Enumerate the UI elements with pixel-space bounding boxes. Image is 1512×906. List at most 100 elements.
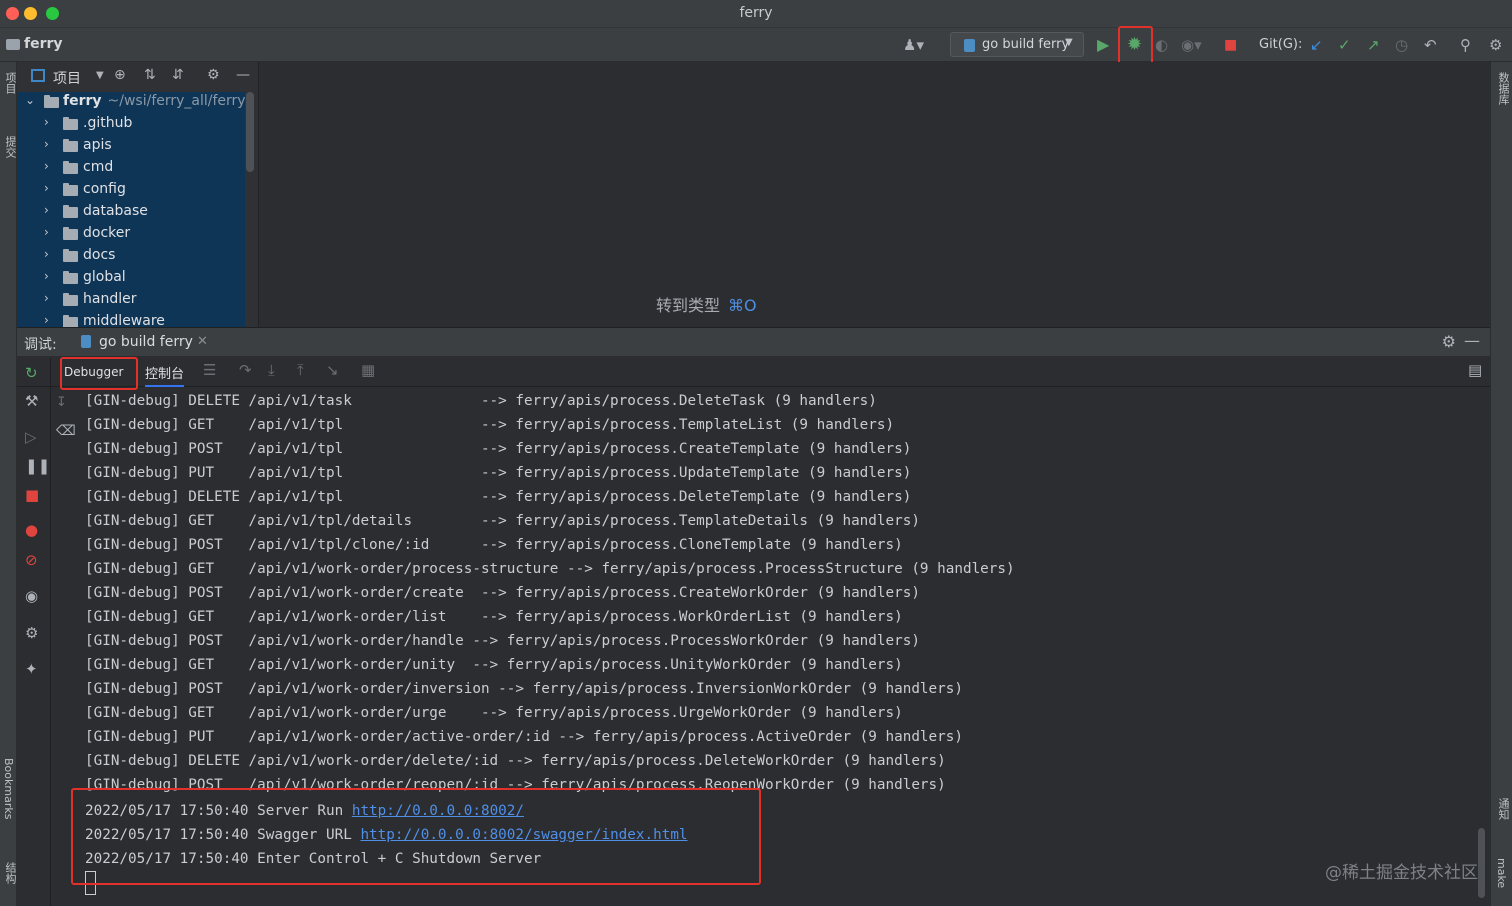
tree-item-label: database [83, 203, 148, 219]
gear-icon[interactable]: ⚙ [1442, 332, 1456, 351]
chevron-right-icon[interactable]: › [44, 225, 49, 239]
tree-scrollbar[interactable] [246, 92, 254, 172]
evaluate-icon[interactable]: ▦ [361, 361, 375, 379]
scroll-to-end-icon[interactable]: ↧ [56, 395, 67, 410]
console-line: [GIN-debug] POST /api/v1/tpl --> ferry/a… [85, 441, 912, 457]
console-line: [GIN-debug] PUT /api/v1/work-order/activ… [85, 729, 963, 745]
tree-item[interactable]: › global [17, 268, 245, 290]
history-icon[interactable]: ◷ [1395, 36, 1408, 54]
tree-item[interactable]: › docs [17, 246, 245, 268]
user-icon[interactable]: ♟▾ [903, 36, 924, 54]
folder-icon [63, 183, 78, 196]
make-tool-tab[interactable]: make [1495, 858, 1508, 888]
run-to-cursor-icon[interactable]: ↘ [326, 361, 339, 379]
debug-header: 调试: go build ferry ✕ ⚙ — [17, 328, 1490, 356]
run-configuration-select[interactable]: go build ferry ▼ [950, 32, 1084, 57]
folder-icon [63, 227, 78, 240]
project-tool-tab[interactable]: 项目 [2, 72, 18, 94]
chevron-down-icon[interactable]: ▼ [96, 70, 104, 81]
git-update-icon[interactable]: ↙ [1310, 36, 1323, 54]
stop-icon[interactable]: ■ [25, 486, 39, 504]
console-line: [GIN-debug] GET /api/v1/tpl --> ferry/ap… [85, 417, 895, 433]
rollback-icon[interactable]: ↶ [1424, 36, 1437, 54]
tree-item[interactable]: › .github [17, 114, 245, 136]
tree-item-label: config [83, 181, 126, 197]
bookmarks-tool-tab[interactable]: Bookmarks [2, 758, 15, 819]
minimize-icon[interactable]: — [1464, 331, 1480, 350]
run-icon[interactable]: ▶ [1097, 36, 1109, 54]
git-push-icon[interactable]: ↗ [1367, 36, 1380, 54]
console-scrollbar[interactable] [1478, 828, 1485, 898]
chevron-down-icon[interactable]: ⌄ [25, 93, 35, 107]
left-tool-strip: 项目 提交 Bookmarks 结构 [0, 62, 17, 906]
step-out-icon[interactable]: ⤒ [297, 361, 304, 379]
tree-item[interactable]: › docker [17, 224, 245, 246]
tab-console-label: 控制台 [145, 367, 185, 382]
tree-item[interactable]: › config [17, 180, 245, 202]
step-into-icon[interactable]: ⤓ [268, 361, 275, 379]
database-tool-tab[interactable]: 数据库 [1495, 72, 1511, 105]
tree-item[interactable]: › database [17, 202, 245, 224]
search-icon[interactable]: ⚲ [1460, 36, 1471, 54]
view-breakpoints-icon[interactable]: ● [25, 521, 38, 539]
highlight-box [71, 788, 761, 885]
console-line: [GIN-debug] POST /api/v1/work-order/inve… [85, 681, 963, 697]
chevron-right-icon[interactable]: › [44, 159, 49, 173]
folder-icon [63, 161, 78, 174]
tree-item-label: apis [83, 137, 112, 153]
chevron-right-icon[interactable]: › [44, 203, 49, 217]
menu-icon[interactable]: ☰ [203, 361, 216, 379]
pin-icon[interactable]: ✦ [25, 660, 38, 678]
editor-area[interactable]: 转到类型 ⌘O [260, 62, 1490, 327]
debug-subtabs: Debugger 控制台 ☰ ↷ ⤓ ⤒ ↘ ▦ ▤ [17, 356, 1490, 390]
chevron-right-icon[interactable]: › [44, 115, 49, 129]
coverage-icon[interactable]: ◐ [1155, 36, 1168, 54]
notifications-tool-tab[interactable]: 通知 [1495, 798, 1511, 820]
tab-debugger[interactable]: Debugger [60, 357, 138, 390]
chevron-right-icon[interactable]: › [44, 181, 49, 195]
rerun-icon[interactable]: ↻ [25, 364, 38, 382]
chevron-right-icon[interactable]: › [44, 137, 49, 151]
tree-item-label: middleware [83, 313, 165, 327]
camera-icon[interactable]: ◉ [25, 587, 38, 605]
minimize-icon[interactable]: — [236, 67, 250, 83]
title-bar: ferry [0, 0, 1512, 28]
tree-root-ferry[interactable]: ⌄ ferry ~/wsi/ferry_all/ferry [17, 92, 245, 114]
git-label: Git(G): [1259, 37, 1303, 52]
commit-tool-tab[interactable]: 提交 [2, 136, 18, 158]
project-name[interactable]: ferry [24, 36, 63, 52]
folder-icon [63, 315, 78, 327]
chevron-right-icon[interactable]: › [44, 269, 49, 283]
collapse-all-icon[interactable]: ⇵ [172, 67, 184, 83]
gear-icon[interactable]: ⚙ [207, 67, 220, 83]
window-title: ferry [739, 5, 773, 21]
stop-icon[interactable]: ■ [1224, 36, 1237, 54]
gear-icon[interactable]: ⚙ [25, 624, 38, 642]
pause-icon[interactable]: ❚❚ [25, 457, 50, 475]
project-view-select[interactable]: 项目 [53, 68, 81, 88]
console-line: [GIN-debug] GET /api/v1/work-order/list … [85, 609, 903, 625]
chevron-right-icon[interactable]: › [44, 313, 49, 327]
step-over-icon[interactable]: ↷ [239, 361, 252, 379]
git-commit-icon[interactable]: ✓ [1338, 36, 1351, 54]
layout-icon[interactable]: ▤ [1468, 361, 1482, 379]
tree-item[interactable]: › handler [17, 290, 245, 312]
tree-item[interactable]: › middleware [17, 312, 245, 327]
expand-all-icon[interactable]: ⇅ [144, 67, 156, 83]
tree-item[interactable]: › cmd [17, 158, 245, 180]
mute-breakpoints-icon[interactable]: ⊘ [25, 551, 38, 569]
structure-tool-tab[interactable]: 结构 [2, 862, 18, 884]
tree-item[interactable]: › apis [17, 136, 245, 158]
profile-icon[interactable]: ◉▾ [1181, 36, 1202, 54]
settings-icon[interactable]: ⚙ [1489, 36, 1502, 54]
locate-icon[interactable]: ⊕ [114, 67, 126, 83]
chevron-right-icon[interactable]: › [44, 247, 49, 261]
trash-icon[interactable]: ⌫ [56, 423, 76, 439]
tab-debugger-label: Debugger [64, 365, 124, 379]
resume-icon[interactable]: ▷ [25, 428, 37, 446]
tab-console[interactable]: 控制台 [145, 359, 185, 387]
console-line: [GIN-debug] POST /api/v1/tpl/clone/:id -… [85, 537, 903, 553]
chevron-right-icon[interactable]: › [44, 291, 49, 305]
close-icon[interactable]: ✕ [197, 334, 208, 349]
wrench-icon[interactable]: ⚒ [25, 392, 38, 410]
